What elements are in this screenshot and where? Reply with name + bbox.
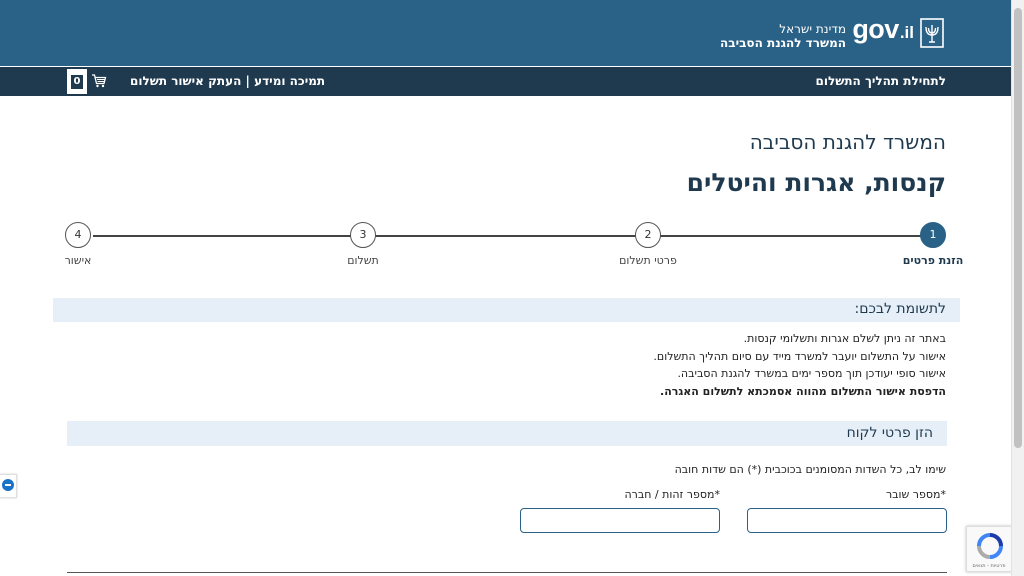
page-scrollbar[interactable] (1011, 0, 1024, 576)
notice-line: הדפסת אישור התשלום מהווה אסמכתא לתשלום ה… (660, 384, 946, 398)
step-circle: 3 (350, 222, 376, 248)
customer-details-title: הזן פרטי לקוח (846, 425, 933, 441)
notice-line: אישור על התשלום יועבר למשרד מייד עם סיום… (653, 349, 946, 363)
required-fields-note: שימו לב, כל השדות המסומנים בכוכבית (*) ה… (674, 463, 946, 476)
step-label: אישור (64, 254, 92, 267)
notice-line: באתר זה ניתן לשלם אגרות ותשלומי קנסות. (743, 332, 946, 345)
cart-button[interactable]: 0 (67, 67, 111, 96)
start-payment-link[interactable]: לתחילת תהליך התשלום (816, 74, 947, 88)
gov-logo-suffix: .il (899, 23, 914, 42)
state-name: מדינת ישראל (779, 22, 846, 36)
voucher-number-label-text: מספר שובר (885, 488, 941, 501)
ministry-name: המשרד להגנת הסביבה (720, 36, 846, 50)
cart-count: 0 (70, 74, 84, 89)
step-2: 2 פרטי תשלום (603, 222, 693, 267)
customer-details-header: הזן פרטי לקוח (67, 421, 947, 446)
menorah-emblem-icon[interactable] (920, 18, 944, 48)
notice-line: אישור סופי יעודכן תוך מספר ימים במשרד לה… (677, 367, 946, 380)
id-number-input[interactable] (520, 508, 720, 533)
page-title: קנסות, אגרות והיטלים (686, 168, 946, 197)
step-circle: 2 (635, 222, 661, 248)
cart-count-badge: 0 (67, 69, 87, 94)
notice-header: לתשומת לבכם: (53, 298, 960, 322)
recaptcha-icon (977, 533, 1003, 559)
section-divider (67, 572, 947, 573)
notice-title: לתשומת לבכם: (854, 301, 946, 317)
support-link[interactable]: תמיכה ומידע | העתק אישור תשלום (130, 74, 325, 88)
step-label: פרטי תשלום (619, 254, 677, 267)
step-4: 4 אישור (33, 222, 123, 267)
step-label: הזנת פרטים (902, 254, 964, 267)
required-asterisk: * (940, 488, 947, 501)
cart-icon (92, 74, 107, 88)
required-asterisk: * (714, 488, 721, 501)
voucher-number-label: *מספר שובר (886, 488, 946, 501)
gov-logo-text: gov (852, 14, 899, 44)
header-ministry-block: מדינת ישראל המשרד להגנת הסביבה (720, 22, 846, 51)
page: gov .il מדינת ישראל המשרד להגנת הסביבה לת… (0, 0, 1012, 576)
scrollbar-thumb[interactable] (1014, 8, 1022, 448)
nav-bar: לתחילת תהליך התשלום תמיכה ומידע | העתק א… (0, 67, 1012, 96)
step-1: 1 הזנת פרטים (888, 222, 978, 267)
stepper-line (93, 235, 933, 237)
site-header: gov .il מדינת ישראל המשרד להגנת הסביבה (0, 0, 1012, 66)
id-number-label-text: מספר זהות / חברה (624, 488, 715, 501)
step-3: 3 תשלום (318, 222, 408, 267)
step-circle: 4 (65, 222, 91, 248)
ministry-title: המשרד להגנת הסביבה (749, 130, 946, 154)
recaptcha-text: פרטיות - תנאים (972, 563, 1006, 569)
step-label: תשלום (347, 254, 379, 267)
remote-support-widget[interactable] (0, 474, 17, 498)
remote-support-icon (2, 479, 14, 491)
voucher-number-input[interactable] (747, 508, 947, 533)
progress-stepper: 1 הזנת פרטים 2 פרטי תשלום 3 תשלום 4 אישו… (65, 222, 963, 272)
gov-il-logo[interactable]: gov .il (852, 14, 914, 50)
step-circle: 1 (920, 222, 946, 248)
notice-text: באתר זה ניתן לשלם אגרות ותשלומי קנסות. א… (653, 330, 946, 400)
id-number-label: *מספר זהות / חברה (624, 488, 720, 501)
recaptcha-badge[interactable]: פרטיות - תנאים (966, 526, 1012, 572)
